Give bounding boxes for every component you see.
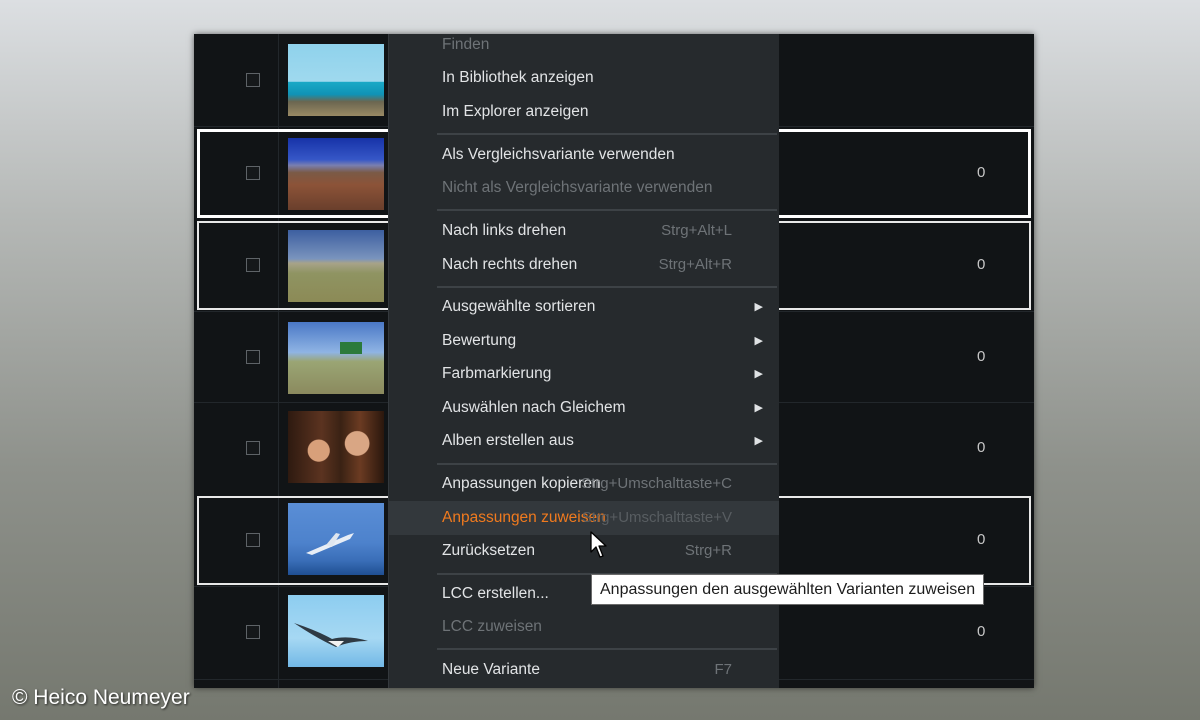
- shortcut-label: F7: [714, 661, 732, 678]
- row-value: 0: [977, 164, 986, 181]
- photo-credit: © Heico Neumeyer: [12, 686, 190, 709]
- row-checkbox[interactable]: [246, 533, 260, 547]
- menu-separator: [437, 286, 777, 288]
- menu-item-ausgewaehlte-sortieren[interactable]: Ausgewählte sortieren ▶: [389, 292, 779, 322]
- submenu-arrow-icon: ▶: [754, 335, 763, 347]
- row-value: 0: [977, 256, 986, 273]
- menu-separator: [437, 463, 777, 465]
- menu-item-neue-variante[interactable]: Neue Variante F7: [389, 655, 779, 685]
- menu-item-finden: Finden: [442, 36, 490, 53]
- row-value: 0: [977, 531, 986, 548]
- row-value: 0: [977, 623, 986, 640]
- sign-shape: [340, 342, 362, 354]
- menu-item-anpassungen-zuweisen[interactable]: Anpassungen zuweisen Strg+Umschalttaste+V: [389, 501, 779, 535]
- thumbnail-women[interactable]: [288, 411, 384, 483]
- row-value: 0: [977, 439, 986, 456]
- shortcut-label: Strg+Alt+L: [661, 222, 732, 239]
- menu-separator: [437, 648, 777, 650]
- row-checkbox[interactable]: [246, 73, 260, 87]
- row-checkbox[interactable]: [246, 166, 260, 180]
- shortcut-label: Strg+Umschalttaste+C: [581, 475, 732, 492]
- thumbnail-seagull[interactable]: [288, 595, 384, 667]
- submenu-arrow-icon: ▶: [754, 368, 763, 380]
- menu-item-bewertung[interactable]: Bewertung ▶: [389, 326, 779, 356]
- tooltip: Anpassungen den ausgewählten Varianten z…: [591, 574, 985, 605]
- thumbnail-field[interactable]: [288, 230, 384, 302]
- row-checkbox[interactable]: [246, 441, 260, 455]
- shortcut-label: Strg+R: [684, 542, 732, 559]
- menu-item-farbmarkierung[interactable]: Farbmarkierung ▶: [389, 359, 779, 389]
- submenu-arrow-icon: ▶: [754, 402, 763, 414]
- menu-item-in-bibliothek-anzeigen[interactable]: In Bibliothek anzeigen: [389, 63, 779, 93]
- row-checkbox[interactable]: [246, 625, 260, 639]
- airplane-icon: [306, 533, 354, 555]
- row-checkbox[interactable]: [246, 258, 260, 272]
- thumbnail-desert[interactable]: [288, 138, 384, 210]
- menu-item-nach-links-drehen[interactable]: Nach links drehen Strg+Alt+L: [389, 216, 779, 246]
- shortcut-label: Strg+Umschalttaste+V: [581, 509, 732, 526]
- thumbnail-beach[interactable]: [288, 44, 384, 116]
- thumbnail-airplane[interactable]: [288, 503, 384, 575]
- row-value: 0: [977, 348, 986, 365]
- menu-item-lcc-zuweisen: LCC zuweisen: [442, 618, 542, 635]
- seagull-icon: [294, 623, 368, 647]
- mouse-cursor-icon: [590, 531, 607, 558]
- menu-item-anpassungen-kopieren[interactable]: Anpassungen kopieren Strg+Umschalttaste+C: [389, 469, 779, 499]
- menu-item-zuruecksetzen[interactable]: Zurücksetzen Strg+R: [389, 536, 779, 566]
- submenu-arrow-icon: ▶: [754, 435, 763, 447]
- menu-item-alben-erstellen-aus[interactable]: Alben erstellen aus ▶: [389, 426, 779, 456]
- thumbnail-field-sign[interactable]: [288, 322, 384, 394]
- menu-item-im-explorer-anzeigen[interactable]: Im Explorer anzeigen: [389, 97, 779, 127]
- menu-separator: [437, 209, 777, 211]
- row-checkbox[interactable]: [246, 350, 260, 364]
- menu-item-nicht-als-vergleichsvariante: Nicht als Vergleichsvariante verwenden: [442, 179, 713, 196]
- submenu-arrow-icon: ▶: [754, 301, 763, 313]
- shortcut-label: Strg+Alt+R: [658, 256, 732, 273]
- menu-item-auswaehlen-nach-gleichem[interactable]: Auswählen nach Gleichem ▶: [389, 393, 779, 423]
- menu-separator: [437, 133, 777, 135]
- screenshot-frame: 0 0 0 0 0 0 Finden In Bibliothek anzeige…: [194, 34, 1034, 688]
- menu-item-nach-rechts-drehen[interactable]: Nach rechts drehen Strg+Alt+R: [389, 250, 779, 280]
- menu-item-als-vergleichsvariante[interactable]: Als Vergleichsvariante verwenden: [389, 140, 779, 170]
